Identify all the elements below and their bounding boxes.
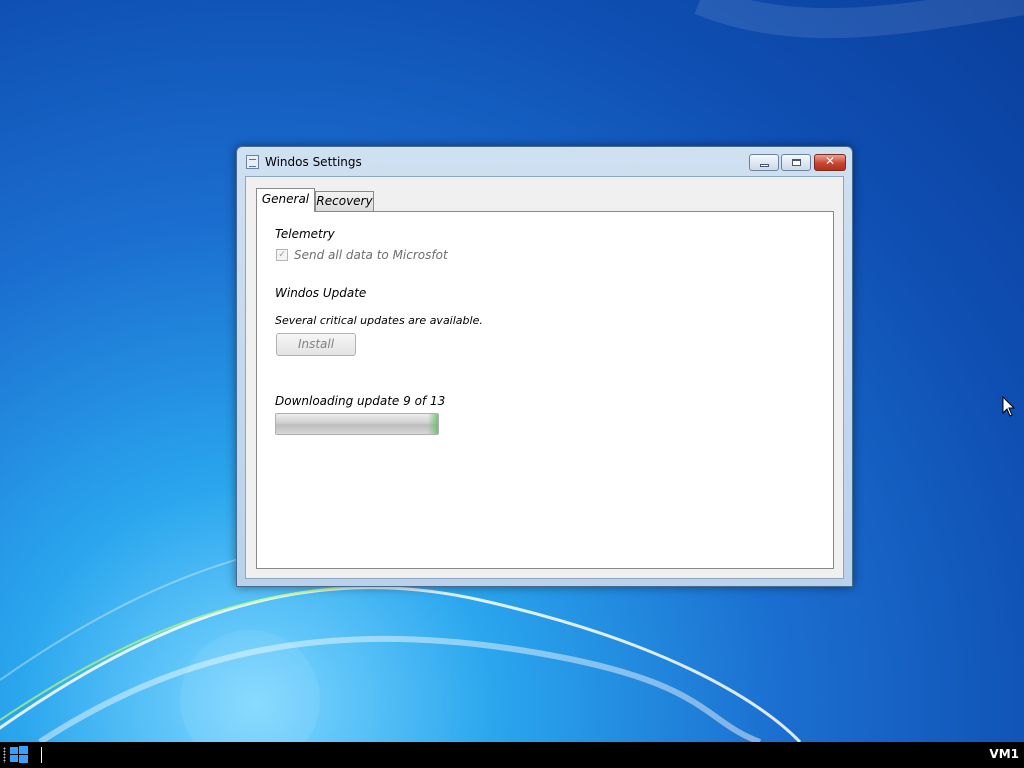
download-status-text: Downloading update 9 of 13 bbox=[275, 394, 446, 408]
minimize-icon bbox=[760, 164, 769, 167]
taskbar-separator bbox=[41, 747, 42, 763]
tab-general[interactable]: General bbox=[256, 188, 315, 212]
maximize-button[interactable] bbox=[781, 154, 811, 171]
tab-recovery[interactable]: Recovery bbox=[315, 191, 374, 211]
update-status-text: Several critical updates are available. bbox=[275, 314, 483, 327]
window-title: Windos Settings bbox=[265, 155, 362, 169]
general-tab-panel: Telemetry ✓ Send all data to Microsfot W… bbox=[256, 211, 834, 569]
settings-window: Windos Settings ✕ General Recovery Telem… bbox=[236, 146, 853, 587]
install-button[interactable]: Install bbox=[276, 333, 356, 356]
telemetry-checkbox-label[interactable]: Send all data to Microsfot bbox=[294, 248, 448, 262]
windows-logo-icon[interactable] bbox=[10, 746, 28, 764]
window-client-area: General Recovery Telemetry ✓ Send all da… bbox=[245, 176, 844, 579]
close-button[interactable]: ✕ bbox=[814, 154, 846, 171]
minimize-button[interactable] bbox=[749, 154, 779, 171]
taskbar: VM1 bbox=[0, 742, 1024, 768]
update-heading: Windos Update bbox=[275, 286, 367, 300]
maximize-icon bbox=[792, 159, 801, 166]
title-bar[interactable]: Windos Settings ✕ bbox=[237, 147, 852, 177]
mouse-cursor-icon bbox=[1002, 396, 1016, 417]
telemetry-checkbox[interactable]: ✓ bbox=[276, 249, 288, 261]
telemetry-heading: Telemetry bbox=[275, 227, 335, 241]
download-progress-bar bbox=[275, 413, 439, 435]
tray-label: VM1 bbox=[989, 747, 1019, 761]
app-icon bbox=[246, 155, 259, 169]
taskbar-grip-icon[interactable] bbox=[3, 747, 6, 763]
progress-fill bbox=[276, 414, 438, 434]
close-icon: ✕ bbox=[824, 154, 836, 168]
